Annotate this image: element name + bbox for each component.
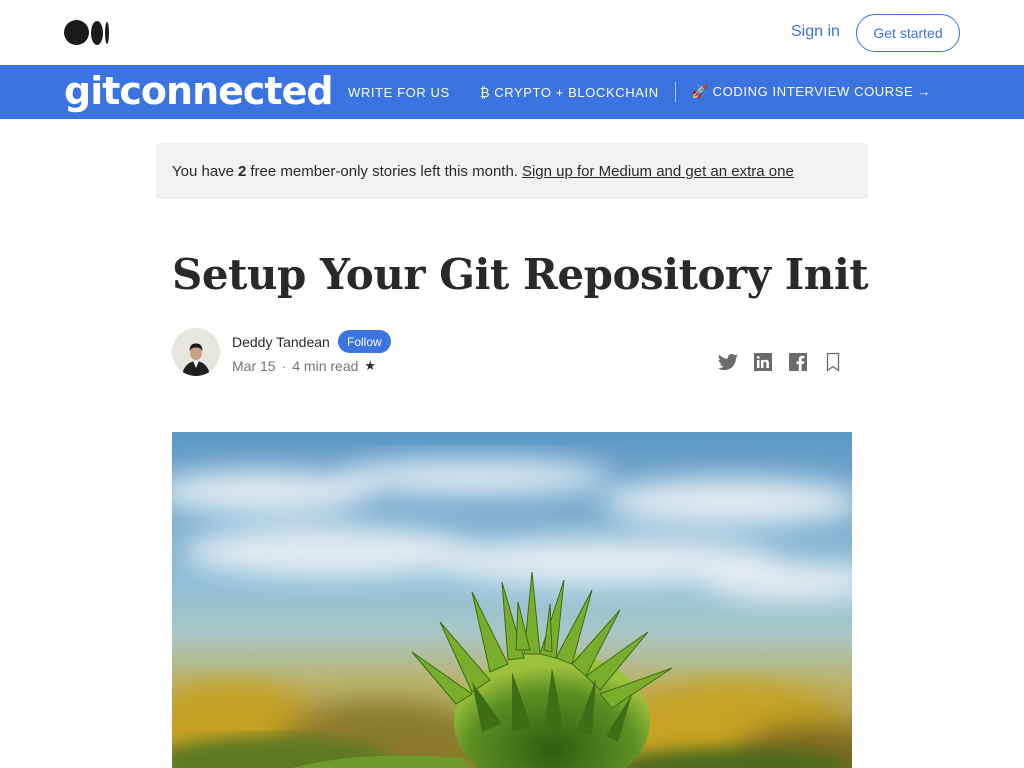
read-time: 4 min read [292, 358, 359, 374]
nav-crypto-blockchain[interactable]: ₿ CRYPTO + BLOCKCHAIN [480, 85, 659, 100]
publication-bar: gitconnected WRITE FOR US ₿ CRYPTO + BLO… [0, 65, 1024, 119]
twitter-icon[interactable] [716, 350, 740, 374]
linkedin-icon[interactable] [751, 350, 775, 374]
nav-coding-interview-course[interactable]: 🚀 CODING INTERVIEW COURSE → [692, 84, 931, 100]
author-avatar[interactable] [172, 328, 220, 376]
top-header: Sign in Get started [0, 0, 1024, 65]
member-stories-banner: You have 2 free member-only stories left… [156, 143, 868, 199]
member-star-icon: ★ [364, 358, 377, 373]
banner-prefix: You have [172, 162, 235, 180]
banner-count: 2 [238, 162, 247, 180]
follow-button[interactable]: Follow [338, 330, 391, 353]
publish-date: Mar 15 [232, 358, 276, 374]
nav-write-for-us[interactable]: WRITE FOR US [348, 85, 450, 100]
sign-in-link[interactable]: Sign in [791, 23, 840, 41]
get-started-button[interactable]: Get started [856, 14, 960, 52]
nav-divider [674, 82, 676, 102]
medium-logo-icon[interactable] [64, 20, 110, 45]
article-meta: Mar 15 · 4 min read ★ [232, 358, 376, 374]
signup-extra-link[interactable]: Sign up for Medium and get an extra one [522, 163, 794, 180]
facebook-icon[interactable] [786, 350, 810, 374]
article-title: Setup Your Git Repository Init [172, 250, 869, 299]
author-name[interactable]: Deddy Tandean [232, 334, 330, 350]
publication-nav: WRITE FOR US ₿ CRYPTO + BLOCKCHAIN 🚀 COD… [348, 65, 931, 119]
bookmark-icon[interactable] [821, 350, 845, 374]
meta-separator: · [281, 358, 287, 374]
hero-image [172, 432, 852, 768]
publication-logo[interactable]: gitconnected [64, 69, 334, 113]
banner-suffix: free member-only stories left this month… [250, 162, 518, 180]
